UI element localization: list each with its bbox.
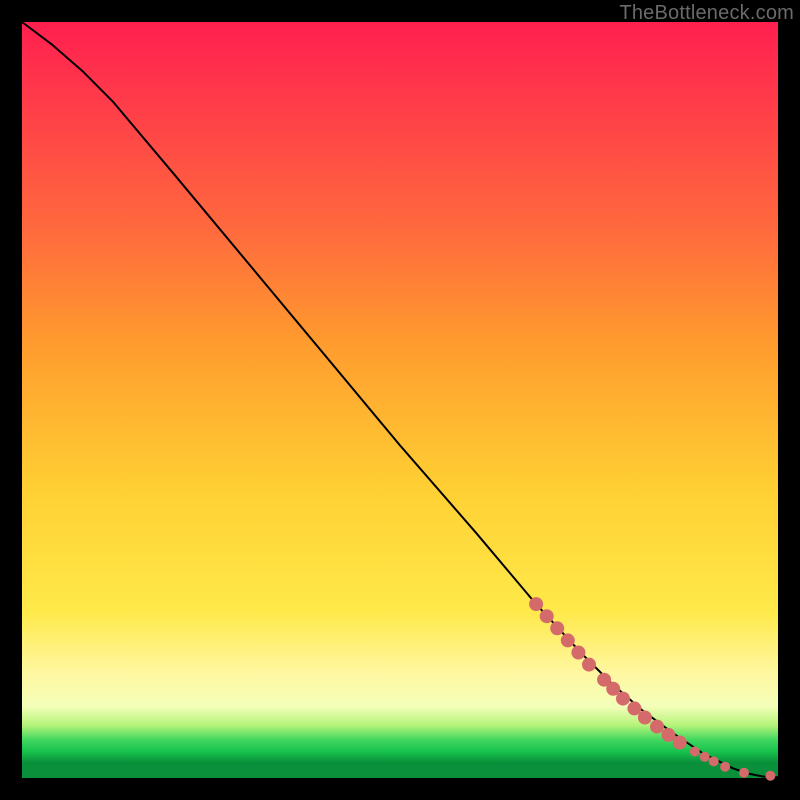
marker-dot [673,736,687,750]
chart-stage: TheBottleneck.com [0,0,800,800]
marker-dot [638,711,652,725]
marker-dot [571,646,585,660]
marker-dot [561,633,575,647]
marker-dot-group [529,597,775,781]
marker-dot [650,720,664,734]
marker-dot [616,692,630,706]
marker-dot [765,771,775,781]
marker-dot [720,762,730,772]
marker-dot [709,756,719,766]
marker-dot [700,752,710,762]
watermark-text: TheBottleneck.com [619,2,794,25]
chart-overlay-svg [22,22,778,778]
marker-dot [582,658,596,672]
marker-dot [540,609,554,623]
marker-dot [529,597,543,611]
curve-path [22,22,778,777]
marker-dot [690,747,700,757]
curve-line [22,22,778,777]
marker-dot [550,621,564,635]
marker-dot [739,768,749,778]
